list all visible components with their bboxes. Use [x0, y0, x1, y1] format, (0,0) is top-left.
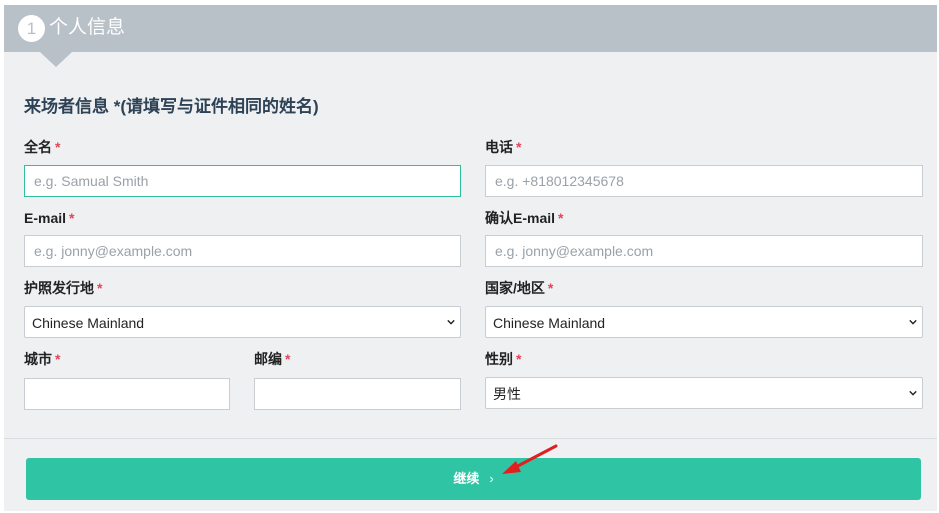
header-pointer: [40, 52, 72, 67]
required-mark: *: [55, 351, 61, 367]
country-region-label: 国家/地区 *: [485, 279, 553, 297]
step-title: 个人信息: [49, 17, 126, 38]
required-mark: *: [97, 280, 103, 296]
passport-country-label: 护照发行地 *: [24, 279, 102, 297]
postal-code-label: 邮编 *: [254, 350, 290, 368]
country-region-label-text: 国家/地区: [485, 280, 545, 296]
phone-label: 电话 *: [485, 138, 521, 156]
gender-label: 性别 *: [485, 350, 521, 368]
personal-info-panel: 1 个人信息 来场者信息 *(请填写与证件相同的姓名) 全名* 电话* E-ma…: [4, 5, 937, 511]
full-name-label: 全名 *: [24, 138, 60, 156]
passport-country-label-text: 护照发行地: [24, 280, 94, 296]
chevron-down-icon: [909, 319, 917, 325]
phone-input[interactable]: [485, 165, 923, 197]
confirm-email-label: 确认E-mail *: [485, 209, 563, 227]
continue-label: 继续: [453, 471, 480, 486]
required-mark: *: [516, 139, 522, 155]
country-region-value: Chinese Mainland: [493, 315, 606, 331]
passport-country-select[interactable]: Chinese Mainland: [24, 306, 461, 338]
phone-label-text: 电话: [485, 139, 513, 155]
postal-code-label-text: 邮编: [254, 351, 282, 367]
required-mark: *: [69, 210, 75, 226]
section-divider: [4, 438, 937, 439]
chevron-down-icon: [447, 319, 455, 325]
required-mark: *: [285, 351, 291, 367]
full-name-label-text: 全名: [24, 139, 52, 155]
email-label-text: E-mail: [24, 210, 67, 226]
required-mark: *: [547, 280, 554, 296]
city-input[interactable]: [24, 378, 230, 410]
continue-button[interactable]: 继续 ›: [26, 458, 921, 500]
country-region-select[interactable]: Chinese Mainland: [485, 306, 923, 338]
confirm-email-input[interactable]: [485, 235, 923, 267]
full-name-input[interactable]: [24, 165, 461, 197]
email-input[interactable]: [24, 235, 461, 267]
required-mark: *: [55, 139, 61, 155]
section-title: 来场者信息 *(请填写与证件相同的姓名): [24, 97, 319, 116]
postal-code-input[interactable]: [254, 378, 461, 410]
gender-value: 男性: [493, 386, 521, 402]
step-number-badge: 1: [18, 15, 45, 42]
email-label: E-mail *: [24, 209, 74, 227]
required-mark: *: [558, 210, 564, 226]
step-header: 1 个人信息: [4, 5, 937, 52]
city-label-text: 城市: [24, 351, 52, 367]
required-mark: *: [516, 351, 522, 367]
confirm-email-label-text: 确认E-mail: [485, 210, 556, 226]
passport-country-value: Chinese Mainland: [32, 315, 145, 331]
annotation-arrow-icon: [502, 444, 558, 474]
gender-label-text: 性别: [485, 351, 513, 367]
gender-select[interactable]: 男性: [485, 377, 923, 409]
city-label: 城市 *: [24, 350, 60, 368]
chevron-down-icon: [909, 390, 917, 396]
